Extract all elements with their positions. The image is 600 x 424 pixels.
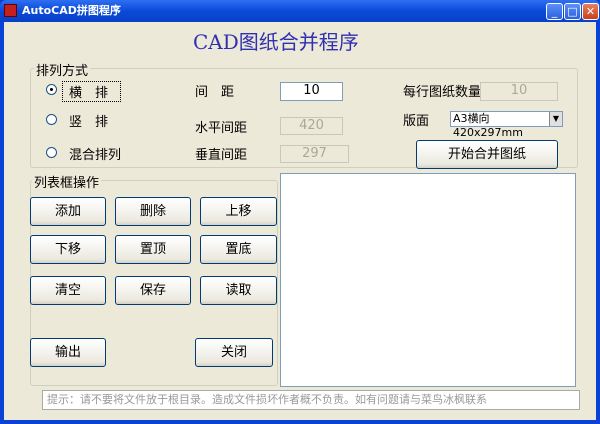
save-button[interactable]: 保存 bbox=[115, 276, 191, 305]
title-bar: AutoCAD拼图程序 bbox=[0, 0, 600, 22]
chevron-down-icon[interactable]: ▼ bbox=[549, 112, 562, 126]
move-bottom-button[interactable]: 置底 bbox=[200, 235, 277, 264]
radio-mixed-label[interactable]: 混合排列 bbox=[69, 144, 121, 163]
layout-label: 版面 bbox=[403, 114, 430, 129]
layout-select-value: A3横向 420x297mm bbox=[453, 112, 523, 139]
close-window-button[interactable]: ✕ bbox=[582, 3, 599, 20]
radio-vertical[interactable] bbox=[46, 114, 57, 125]
per-row-label: 每行图纸数量 bbox=[403, 85, 482, 100]
delete-button[interactable]: 删除 bbox=[115, 197, 191, 226]
window-title: AutoCAD拼图程序 bbox=[22, 4, 121, 17]
vspacing-input[interactable]: 297 bbox=[280, 145, 349, 163]
vspacing-label: 垂直间距 bbox=[195, 148, 248, 163]
minimize-button[interactable]: _ bbox=[546, 3, 563, 20]
layout-select[interactable]: A3横向 420x297mm ▼ bbox=[450, 111, 563, 139]
add-button[interactable]: 添加 bbox=[30, 197, 106, 226]
close-button[interactable]: 关闭 bbox=[195, 338, 273, 367]
radio-vertical-label[interactable]: 竖 排 bbox=[69, 111, 108, 130]
clear-button[interactable]: 清空 bbox=[30, 276, 106, 305]
start-merge-button[interactable]: 开始合并图纸 bbox=[416, 140, 558, 169]
output-button[interactable]: 输出 bbox=[30, 338, 106, 367]
hspacing-label: 水平间距 bbox=[195, 121, 248, 136]
radio-horizontal[interactable] bbox=[46, 84, 57, 95]
maximize-button[interactable]: □ bbox=[564, 3, 581, 20]
radio-mixed[interactable] bbox=[46, 147, 57, 158]
move-up-button[interactable]: 上移 bbox=[200, 197, 277, 226]
spacing-input[interactable]: 10 bbox=[280, 82, 343, 101]
hint-text: 提示：请不要将文件放于根目录。造成文件损坏作者概不负责。如有问题请与菜鸟冰枫联系 bbox=[42, 390, 580, 410]
load-button[interactable]: 读取 bbox=[200, 276, 277, 305]
spacing-label: 间 距 bbox=[195, 85, 235, 100]
file-listbox[interactable] bbox=[280, 173, 576, 387]
hspacing-input[interactable]: 420 bbox=[280, 117, 343, 135]
app-icon bbox=[4, 4, 17, 17]
list-ops-group-label: 列表框操作 bbox=[32, 172, 102, 191]
move-top-button[interactable]: 置顶 bbox=[115, 235, 191, 264]
app-window: AutoCAD拼图程序 _ □ ✕ CAD图纸合并程序 排列方式 横 排 竖 排… bbox=[0, 0, 600, 424]
arrange-group-label: 排列方式 bbox=[34, 60, 91, 79]
client-area: CAD图纸合并程序 排列方式 横 排 竖 排 混合排列 间 距 10 水平间距 … bbox=[4, 22, 596, 420]
page-title: CAD图纸合并程序 bbox=[193, 30, 359, 54]
per-row-input[interactable]: 10 bbox=[480, 82, 558, 101]
move-down-button[interactable]: 下移 bbox=[30, 235, 106, 264]
radio-horizontal-label[interactable]: 横 排 bbox=[62, 81, 122, 102]
